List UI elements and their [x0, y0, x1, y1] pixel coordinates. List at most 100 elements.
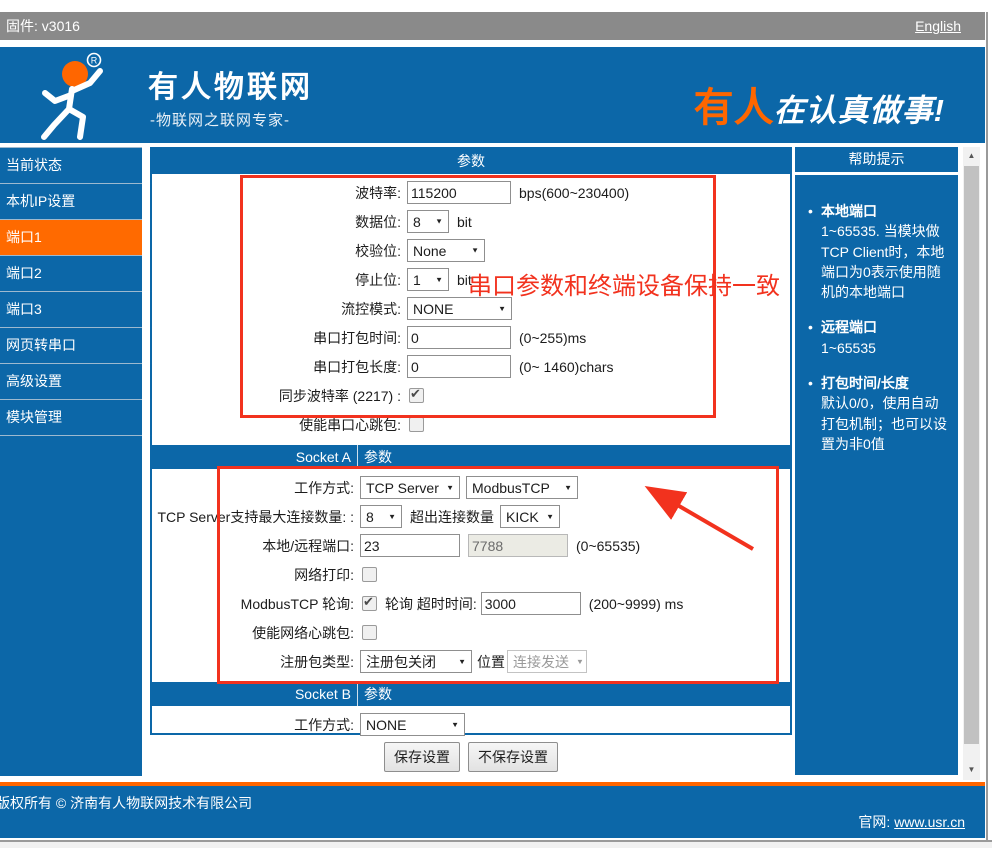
net-heartbeat-label: 使能网络心跳包: [252, 624, 354, 641]
sidebar-item-local-ip[interactable]: 本机IP设置 [0, 184, 142, 220]
local-port-input[interactable] [360, 534, 460, 557]
sidebar-item-port1[interactable]: 端口1 [0, 220, 142, 256]
params-section-header: 参数 [152, 149, 790, 174]
chevron-down-icon: ▼ [458, 657, 466, 666]
help-item-local-port: 本地端口 1~65535. 当模块做TCP Client时，本地端口为0表示使用… [807, 201, 950, 302]
reg-packet-position-select: 连接发送 ▼ [507, 650, 587, 673]
modbus-poll-label: ModbusTCP 轮询: [240, 595, 354, 612]
parity-label: 校验位: [355, 242, 401, 259]
socket-b-header-params: 参数 [364, 686, 392, 702]
scrollbar-thumb[interactable] [964, 166, 979, 744]
data-bits-select[interactable]: 8 ▼ [407, 210, 449, 233]
socket-b-work-mode-row: 工作方式: NONE ▼ [152, 710, 790, 739]
help-panel: 帮助提示 本地端口 1~65535. 当模块做TCP Client时，本地端口为… [795, 147, 958, 775]
work-mode-value: TCP Server [366, 479, 439, 496]
max-connections-select[interactable]: 8 ▼ [360, 505, 402, 528]
sidebar-item-port2[interactable]: 端口2 [0, 256, 142, 292]
modbus-mode-select[interactable]: ModbusTCP ▼ [466, 476, 578, 499]
save-settings-button[interactable]: 保存设置 [384, 742, 460, 772]
brand-slogan: 有人在认真做事! [694, 75, 945, 133]
pack-time-range: (0~255)ms [519, 329, 587, 346]
help-panel-body: 本地端口 1~65535. 当模块做TCP Client时，本地端口为0表示使用… [795, 175, 958, 454]
top-bar: 固件: v3016 English [0, 12, 985, 40]
modbus-poll-row: ModbusTCP 轮询: 轮询 超时时间: (200~9999) ms [152, 589, 790, 618]
sync-baud-row: 同步波特率 (2217) : [152, 381, 790, 410]
scroll-up-icon[interactable]: ▲ [963, 147, 980, 164]
stop-bits-row: 停止位: 1 ▼ bit [152, 265, 790, 294]
sidebar-item-current-status[interactable]: 当前状态 [0, 148, 142, 184]
pack-time-input[interactable] [407, 326, 511, 349]
vertical-scrollbar[interactable]: ▲ ▼ [963, 147, 980, 780]
slogan-white-text: 在认真做事! [773, 93, 945, 128]
chevron-down-icon: ▼ [498, 304, 506, 313]
footer: 版权所有 © 济南有人物联网技术有限公司 官网: www.usr.cn [0, 786, 985, 838]
modbus-poll-checkbox[interactable] [362, 594, 377, 611]
baud-rate-range: bps(600~230400) [519, 184, 630, 201]
official-site: 官网: www.usr.cn [858, 812, 965, 832]
work-mode-select[interactable]: TCP Server ▼ [360, 476, 460, 499]
pack-length-range: (0~ 1460)chars [519, 358, 614, 375]
window-right-border [986, 12, 988, 841]
help-item-title: 打包时间/长度 [821, 375, 909, 392]
serial-form: 波特率: bps(600~230400) 数据位: 8▼ bit 校验位: No… [152, 174, 790, 739]
button-bar: 保存设置 不保存设置 [150, 742, 792, 772]
work-mode-row: 工作方式: TCP Server ▼ ModbusTCP ▼ [152, 473, 790, 502]
scroll-down-icon[interactable]: ▼ [963, 761, 980, 778]
parity-select[interactable]: None ▼ [407, 239, 485, 262]
discard-settings-button[interactable]: 不保存设置 [468, 742, 558, 772]
serial-heartbeat-checkbox[interactable] [409, 417, 424, 432]
chevron-down-icon: ▼ [435, 275, 443, 284]
slogan-orange-text: 有人 [693, 86, 774, 130]
sidebar-item-port3[interactable]: 端口3 [0, 292, 142, 328]
remote-port-input [468, 534, 568, 557]
pack-length-label: 串口打包长度: [313, 358, 401, 375]
socket-b-work-mode-label: 工作方式: [294, 716, 354, 733]
net-heartbeat-checkbox[interactable] [362, 625, 377, 640]
reg-packet-label: 注册包类型: [280, 653, 354, 670]
help-item-remote-port: 远程端口 1~65535 [807, 317, 950, 358]
brand-title: 有人物联网 [148, 71, 313, 104]
svg-text:R: R [91, 56, 98, 66]
poll-timeout-label: 轮询 超时时间: [385, 595, 477, 612]
chevron-down-icon: ▼ [451, 720, 459, 729]
brand-logo-icon: R [41, 52, 103, 140]
exceed-action-value: KICK [506, 508, 539, 525]
socket-b-work-mode-select[interactable]: NONE ▼ [360, 713, 465, 736]
baud-rate-input[interactable] [407, 181, 511, 204]
socket-b-section-header: Socket B 参数 [152, 682, 790, 706]
net-heartbeat-row: 使能网络心跳包: [152, 618, 790, 647]
reg-packet-type-select[interactable]: 注册包关闭 ▼ [360, 650, 472, 673]
official-site-label: 官网: [858, 814, 891, 830]
baud-rate-label: 波特率: [355, 184, 401, 201]
official-site-link[interactable]: www.usr.cn [894, 814, 965, 830]
sidebar-item-advanced[interactable]: 高级设置 [0, 364, 142, 400]
exceed-action-select[interactable]: KICK ▼ [500, 505, 560, 528]
sidebar-item-web-to-serial[interactable]: 网页转串口 [0, 328, 142, 364]
max-connections-value: 8 [366, 508, 374, 525]
sidebar-item-module-mgmt[interactable]: 模块管理 [0, 400, 142, 436]
flow-control-label: 流控模式: [341, 300, 401, 317]
parity-row: 校验位: None ▼ [152, 236, 790, 265]
stop-bits-select[interactable]: 1 ▼ [407, 268, 449, 291]
help-panel-title: 帮助提示 [795, 147, 958, 175]
pack-time-label: 串口打包时间: [313, 329, 401, 346]
max-connections-row: TCP Server支持最大连接数量: : 8 ▼ 超出连接数量 KICK ▼ [152, 502, 790, 531]
language-link[interactable]: English [915, 18, 961, 34]
data-bits-label: 数据位: [355, 213, 401, 230]
flow-control-select[interactable]: NONE ▼ [407, 297, 512, 320]
header-banner: R 有人物联网 -物联网之联网专家- 有人在认真做事! [0, 47, 985, 143]
modbus-mode-value: ModbusTCP [472, 479, 550, 496]
data-bits-value: 8 [413, 213, 421, 230]
reg-packet-row: 注册包类型: 注册包关闭 ▼ 位置 连接发送 ▼ [152, 647, 790, 676]
reg-packet-position-value: 连接发送 [513, 653, 569, 670]
net-print-checkbox[interactable] [362, 567, 377, 582]
socket-b-work-mode-value: NONE [366, 716, 407, 733]
net-print-label: 网络打印: [294, 566, 354, 583]
poll-timeout-input[interactable] [480, 592, 581, 615]
exceed-connections-label: 超出连接数量 [410, 508, 494, 525]
pack-time-row: 串口打包时间: (0~255)ms [152, 323, 790, 352]
sync-baud-label: 同步波特率 (2217) : [278, 387, 401, 404]
sync-baud-checkbox[interactable] [409, 386, 424, 403]
pack-length-input[interactable] [407, 355, 511, 378]
reg-packet-position-label: 位置 [477, 653, 505, 670]
